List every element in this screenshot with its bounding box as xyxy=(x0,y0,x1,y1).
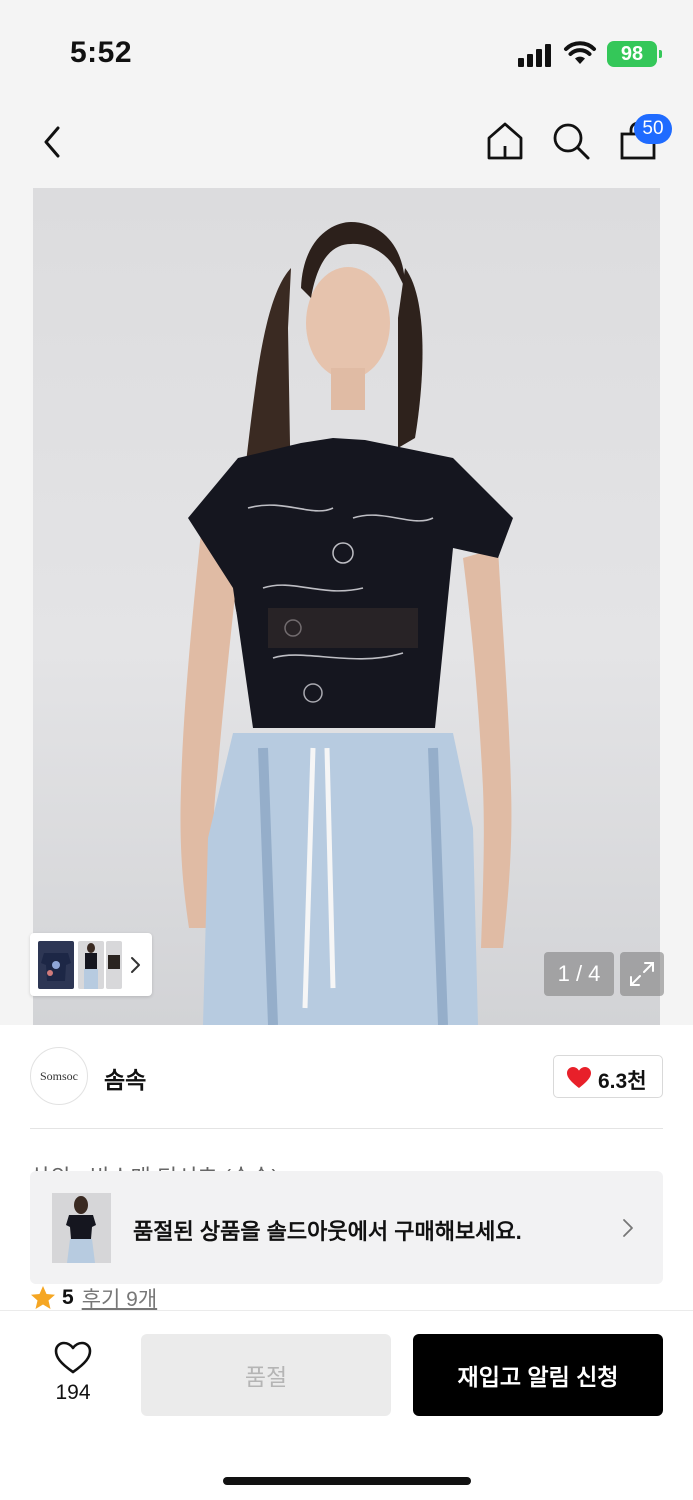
rating-score: 5 xyxy=(62,1286,74,1309)
thumbnail-1[interactable] xyxy=(38,941,74,989)
chevron-right-icon xyxy=(623,1219,633,1237)
brand-logo[interactable]: Somsoc xyxy=(30,1047,88,1105)
wishlist-count: 194 xyxy=(55,1381,91,1404)
top-nav: 50 xyxy=(0,100,693,188)
thumbnail-3[interactable] xyxy=(106,941,122,989)
home-indicator xyxy=(223,1477,471,1485)
cart-count-badge: 50 xyxy=(634,114,672,144)
expand-icon xyxy=(630,962,654,986)
chevron-right-icon[interactable] xyxy=(128,954,142,976)
wifi-icon xyxy=(564,41,596,64)
soldout-banner[interactable]: 품절된 상품을 솔드아웃에서 구매해보세요. xyxy=(30,1171,663,1284)
battery-level: 98 xyxy=(620,42,644,65)
thumbnail-2[interactable] xyxy=(78,941,104,989)
soldout-button: 품절 xyxy=(141,1334,391,1416)
review-link[interactable]: 후기 9개 xyxy=(82,1283,157,1313)
star-icon xyxy=(31,1286,55,1309)
product-main-image[interactable] xyxy=(33,188,660,1025)
heart-filled-icon xyxy=(567,1067,591,1088)
product-gallery[interactable]: 1 / 4 xyxy=(0,188,693,1025)
expand-button[interactable] xyxy=(620,952,664,996)
restock-alert-button[interactable]: 재입고 알림 신청 xyxy=(413,1334,663,1416)
status-time: 5:52 xyxy=(70,36,133,69)
home-icon[interactable] xyxy=(484,120,526,162)
status-bar: 5:52 98 xyxy=(0,0,693,100)
brand-row[interactable]: Somsoc 솜속 6.3천 xyxy=(0,1025,693,1129)
search-icon[interactable] xyxy=(550,120,592,162)
divider xyxy=(30,1128,663,1129)
model-photo xyxy=(180,222,513,1025)
image-counter: 1 / 4 xyxy=(544,952,614,996)
battery-indicator: 98 xyxy=(607,41,662,67)
brand-like-count: 6.3천 xyxy=(598,1070,647,1093)
brand-name[interactable]: 솜속 xyxy=(104,1061,146,1095)
brand-logo-text: Somsoc xyxy=(39,1068,78,1083)
brand-like-button[interactable]: 6.3천 xyxy=(553,1055,663,1098)
banner-product-thumbnail xyxy=(52,1193,111,1263)
heart-outline-icon[interactable] xyxy=(54,1341,92,1375)
chevron-left-icon[interactable] xyxy=(36,122,72,162)
rating-row: 5 후기 9개 xyxy=(30,1284,157,1312)
bottom-action-bar: 194 품절 재입고 알림 신청 xyxy=(0,1310,693,1500)
banner-message: 품절된 상품을 솔드아웃에서 구매해보세요. xyxy=(133,1219,522,1244)
cellular-signal-icon xyxy=(518,43,554,67)
